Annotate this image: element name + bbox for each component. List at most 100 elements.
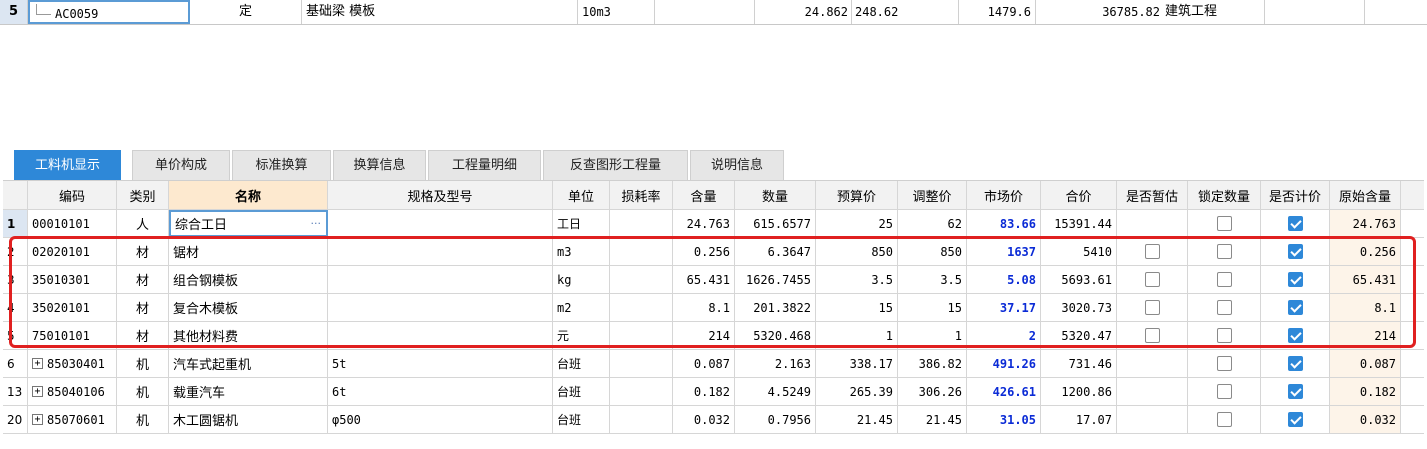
tree-line-icon xyxy=(36,4,51,15)
name-cell[interactable]: 木工圆锯机 xyxy=(169,406,328,433)
column-header-name[interactable]: 名称 xyxy=(169,181,328,209)
amount-cell: 1200.86 xyxy=(1041,378,1117,405)
column-header-unit[interactable]: 单位 xyxy=(553,181,610,209)
is-estimate-cell[interactable] xyxy=(1117,210,1188,237)
table-row[interactable]: 1 00010101 人综合工日 ··· 工日 24.763 615.6577 25 62 83.… xyxy=(3,210,1424,238)
is-priced-cell[interactable] xyxy=(1261,238,1330,265)
is-priced-cell[interactable] xyxy=(1261,406,1330,433)
checkbox-icon[interactable] xyxy=(1216,244,1232,259)
name-cell[interactable]: 综合工日 ··· xyxy=(169,210,328,237)
is-estimate-cell[interactable] xyxy=(1117,350,1188,377)
table-row[interactable]: 2 02020101 材锯材 m3 0.256 6.3647 850 850 1637 5410 0… xyxy=(3,238,1424,266)
checkbox-checked-icon[interactable] xyxy=(1287,244,1303,259)
expand-plus-icon[interactable]: + xyxy=(32,358,43,369)
spec-cell xyxy=(328,210,553,237)
column-header-type[interactable]: 类别 xyxy=(117,181,169,209)
column-header-content[interactable]: 含量 xyxy=(673,181,735,209)
is-estimate-cell[interactable] xyxy=(1117,322,1188,349)
checkbox-icon[interactable] xyxy=(1216,384,1232,399)
market-price-cell: 83.66 xyxy=(967,210,1041,237)
column-header-budget-price[interactable]: 预算价 xyxy=(816,181,898,209)
table-row[interactable]: 6 +85030401 机汽车式起重机 5t 台班 0.087 2.163 338.17 386… xyxy=(3,350,1424,378)
checkbox-checked-icon[interactable] xyxy=(1287,300,1303,315)
checkbox-icon[interactable] xyxy=(1144,272,1160,287)
tab-reverse-graphic-quantity[interactable]: 反查图形工程量 xyxy=(543,150,688,180)
checkbox-icon[interactable] xyxy=(1216,328,1232,343)
name-cell[interactable]: 锯材 xyxy=(169,238,328,265)
name-cell[interactable]: 载重汽车 xyxy=(169,378,328,405)
checkbox-checked-icon[interactable] xyxy=(1287,328,1303,343)
checkbox-icon[interactable] xyxy=(1216,216,1232,231)
table-row[interactable]: 4 35020101 材复合木模板 m2 8.1 201.3822 15 15 37.17 302… xyxy=(3,294,1424,322)
code-text: 35010301 xyxy=(32,272,90,287)
column-header-spec[interactable]: 规格及型号 xyxy=(328,181,553,209)
is-estimate-cell[interactable] xyxy=(1117,294,1188,321)
column-header-amount[interactable]: 合价 xyxy=(1041,181,1117,209)
is-priced-cell[interactable] xyxy=(1261,266,1330,293)
column-header-lock-quantity[interactable]: 锁定数量 xyxy=(1188,181,1261,209)
is-estimate-cell[interactable] xyxy=(1117,378,1188,405)
checkbox-icon[interactable] xyxy=(1216,300,1232,315)
tab-standard-conversion[interactable]: 标准换算 xyxy=(232,150,331,180)
code-cell: +85040106 xyxy=(28,378,117,405)
checkbox-checked-icon[interactable] xyxy=(1287,384,1303,399)
lock-quantity-cell[interactable] xyxy=(1188,322,1261,349)
lock-quantity-cell[interactable] xyxy=(1188,406,1261,433)
code-cell: 35010301 xyxy=(28,266,117,293)
lock-quantity-cell[interactable] xyxy=(1188,378,1261,405)
is-priced-cell[interactable] xyxy=(1261,378,1330,405)
lock-quantity-cell[interactable] xyxy=(1188,210,1261,237)
column-header-loss-rate[interactable]: 损耗率 xyxy=(610,181,673,209)
table-row[interactable]: 5 75010101 材其他材料费元 214 5320.468 1 1 2 5320.47 214 xyxy=(3,322,1424,350)
checkbox-icon[interactable] xyxy=(1216,356,1232,371)
name-cell[interactable]: 组合钢模板 xyxy=(169,266,328,293)
is-priced-cell[interactable] xyxy=(1261,210,1330,237)
name-cell[interactable]: 汽车式起重机 xyxy=(169,350,328,377)
more-icon[interactable]: ··· xyxy=(311,217,322,230)
column-header-is-priced[interactable]: 是否计价 xyxy=(1261,181,1330,209)
lock-quantity-cell[interactable] xyxy=(1188,294,1261,321)
checkbox-icon[interactable] xyxy=(1144,300,1160,315)
checkbox-checked-icon[interactable] xyxy=(1287,272,1303,287)
tab-conversion-info[interactable]: 换算信息 xyxy=(333,150,426,180)
column-header-original-content[interactable]: 原始含量 xyxy=(1330,181,1401,209)
is-priced-cell[interactable] xyxy=(1261,350,1330,377)
is-priced-cell[interactable] xyxy=(1261,322,1330,349)
name-cell[interactable]: 其他材料费 xyxy=(169,322,328,349)
lock-quantity-cell[interactable] xyxy=(1188,266,1261,293)
code-text: 00010101 xyxy=(32,216,90,231)
is-estimate-cell[interactable] xyxy=(1117,406,1188,433)
tab-labor-material-machine[interactable]: 工料机显示 xyxy=(14,150,121,180)
checkbox-checked-icon[interactable] xyxy=(1287,412,1303,427)
column-header-adjusted-price[interactable]: 调整价 xyxy=(898,181,967,209)
loss-rate-cell xyxy=(610,294,673,321)
is-estimate-cell[interactable] xyxy=(1117,266,1188,293)
tab-quantity-detail[interactable]: 工程量明细 xyxy=(428,150,541,180)
lock-quantity-cell[interactable] xyxy=(1188,238,1261,265)
checkbox-icon[interactable] xyxy=(1216,412,1232,427)
table-row[interactable]: 13 +85040106 机载重汽车 6t 台班 0.182 4.5249 265.39 306… xyxy=(3,378,1424,406)
column-header-is-estimate[interactable]: 是否暂估 xyxy=(1117,181,1188,209)
column-header-market-price[interactable]: 市场价 xyxy=(967,181,1041,209)
table-row[interactable]: 3 35010301 材组合钢模板 kg 65.431 1626.7455 3.5 3.5 5.… xyxy=(3,266,1424,294)
checkbox-icon[interactable] xyxy=(1144,244,1160,259)
parent-quota-row[interactable]: 5 AC0059 定 基础梁 模板 10m3 24.862 248.62 147… xyxy=(0,0,1427,25)
is-priced-cell[interactable] xyxy=(1261,294,1330,321)
checkbox-icon[interactable] xyxy=(1216,272,1232,287)
column-header-quantity[interactable]: 数量 xyxy=(735,181,816,209)
table-row[interactable]: 20 +85070601 机木工圆锯机 φ500 台班 0.032 0.7956 21.45 2… xyxy=(3,406,1424,434)
column-header-code[interactable]: 编码 xyxy=(28,181,117,209)
lock-quantity-cell[interactable] xyxy=(1188,350,1261,377)
budget-price-cell: 25 xyxy=(816,210,898,237)
is-estimate-cell[interactable] xyxy=(1117,238,1188,265)
checkbox-icon[interactable] xyxy=(1144,328,1160,343)
expand-plus-icon[interactable]: + xyxy=(32,386,43,397)
checkbox-checked-icon[interactable] xyxy=(1287,356,1303,371)
expand-plus-icon[interactable]: + xyxy=(32,414,43,425)
name-cell[interactable]: 复合木模板 xyxy=(169,294,328,321)
market-price-cell: 1637 xyxy=(967,238,1041,265)
tab-unit-price[interactable]: 单价构成 xyxy=(132,150,230,180)
tab-description[interactable]: 说明信息 xyxy=(690,150,784,180)
code-cell[interactable]: AC0059 xyxy=(28,0,190,24)
checkbox-checked-icon[interactable] xyxy=(1287,216,1303,231)
